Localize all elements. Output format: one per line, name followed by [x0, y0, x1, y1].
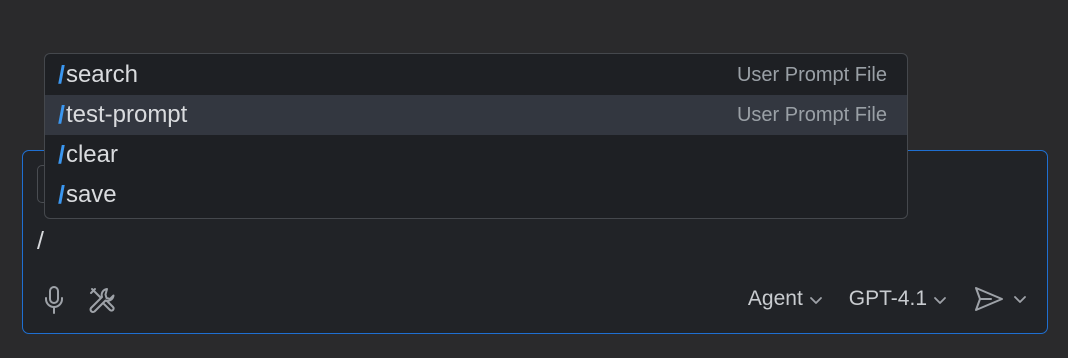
- microphone-icon[interactable]: [43, 285, 65, 315]
- input-toolbar-right: Agent GPT-4.1: [748, 285, 1027, 313]
- suggestion-item-save[interactable]: / save: [45, 175, 907, 215]
- mode-picker-label: Agent: [747, 287, 803, 310]
- mode-picker[interactable]: Agent: [748, 287, 823, 311]
- model-picker[interactable]: GPT-4.1: [849, 287, 947, 311]
- send-options-chevron-down-icon[interactable]: [1013, 294, 1027, 304]
- suggestion-item-clear[interactable]: / clear: [45, 135, 907, 175]
- suggestion-command: search: [65, 61, 138, 88]
- send-icon[interactable]: [973, 285, 1005, 313]
- chevron-down-icon: [809, 297, 822, 304]
- slash-prefix: /: [58, 60, 65, 89]
- suggestion-kind: User Prompt File: [736, 63, 887, 86]
- chat-panel: / Agent GPT-4.1 / search User Prompt Fil…: [0, 0, 1068, 358]
- suggestion-item-search[interactable]: / search User Prompt File: [45, 55, 907, 95]
- slash-prefix: /: [58, 180, 65, 209]
- chevron-down-icon: [934, 297, 946, 304]
- suggestion-command: test-prompt: [65, 101, 188, 128]
- suggestion-command: clear: [65, 141, 118, 168]
- tools-icon[interactable]: [87, 285, 117, 315]
- chat-input-text[interactable]: /: [37, 223, 44, 259]
- suggestion-item-test-prompt[interactable]: / test-prompt User Prompt File: [45, 95, 907, 135]
- suggestion-kind: User Prompt File: [736, 103, 887, 126]
- slash-prefix: /: [58, 140, 65, 169]
- model-picker-label: GPT-4.1: [848, 287, 927, 310]
- slash-command-suggestions: / search User Prompt File / test-prompt …: [44, 53, 908, 219]
- suggestion-command: save: [65, 181, 117, 208]
- send-button-group: [973, 285, 1027, 313]
- input-toolbar-left: [43, 285, 117, 315]
- slash-prefix: /: [58, 100, 65, 129]
